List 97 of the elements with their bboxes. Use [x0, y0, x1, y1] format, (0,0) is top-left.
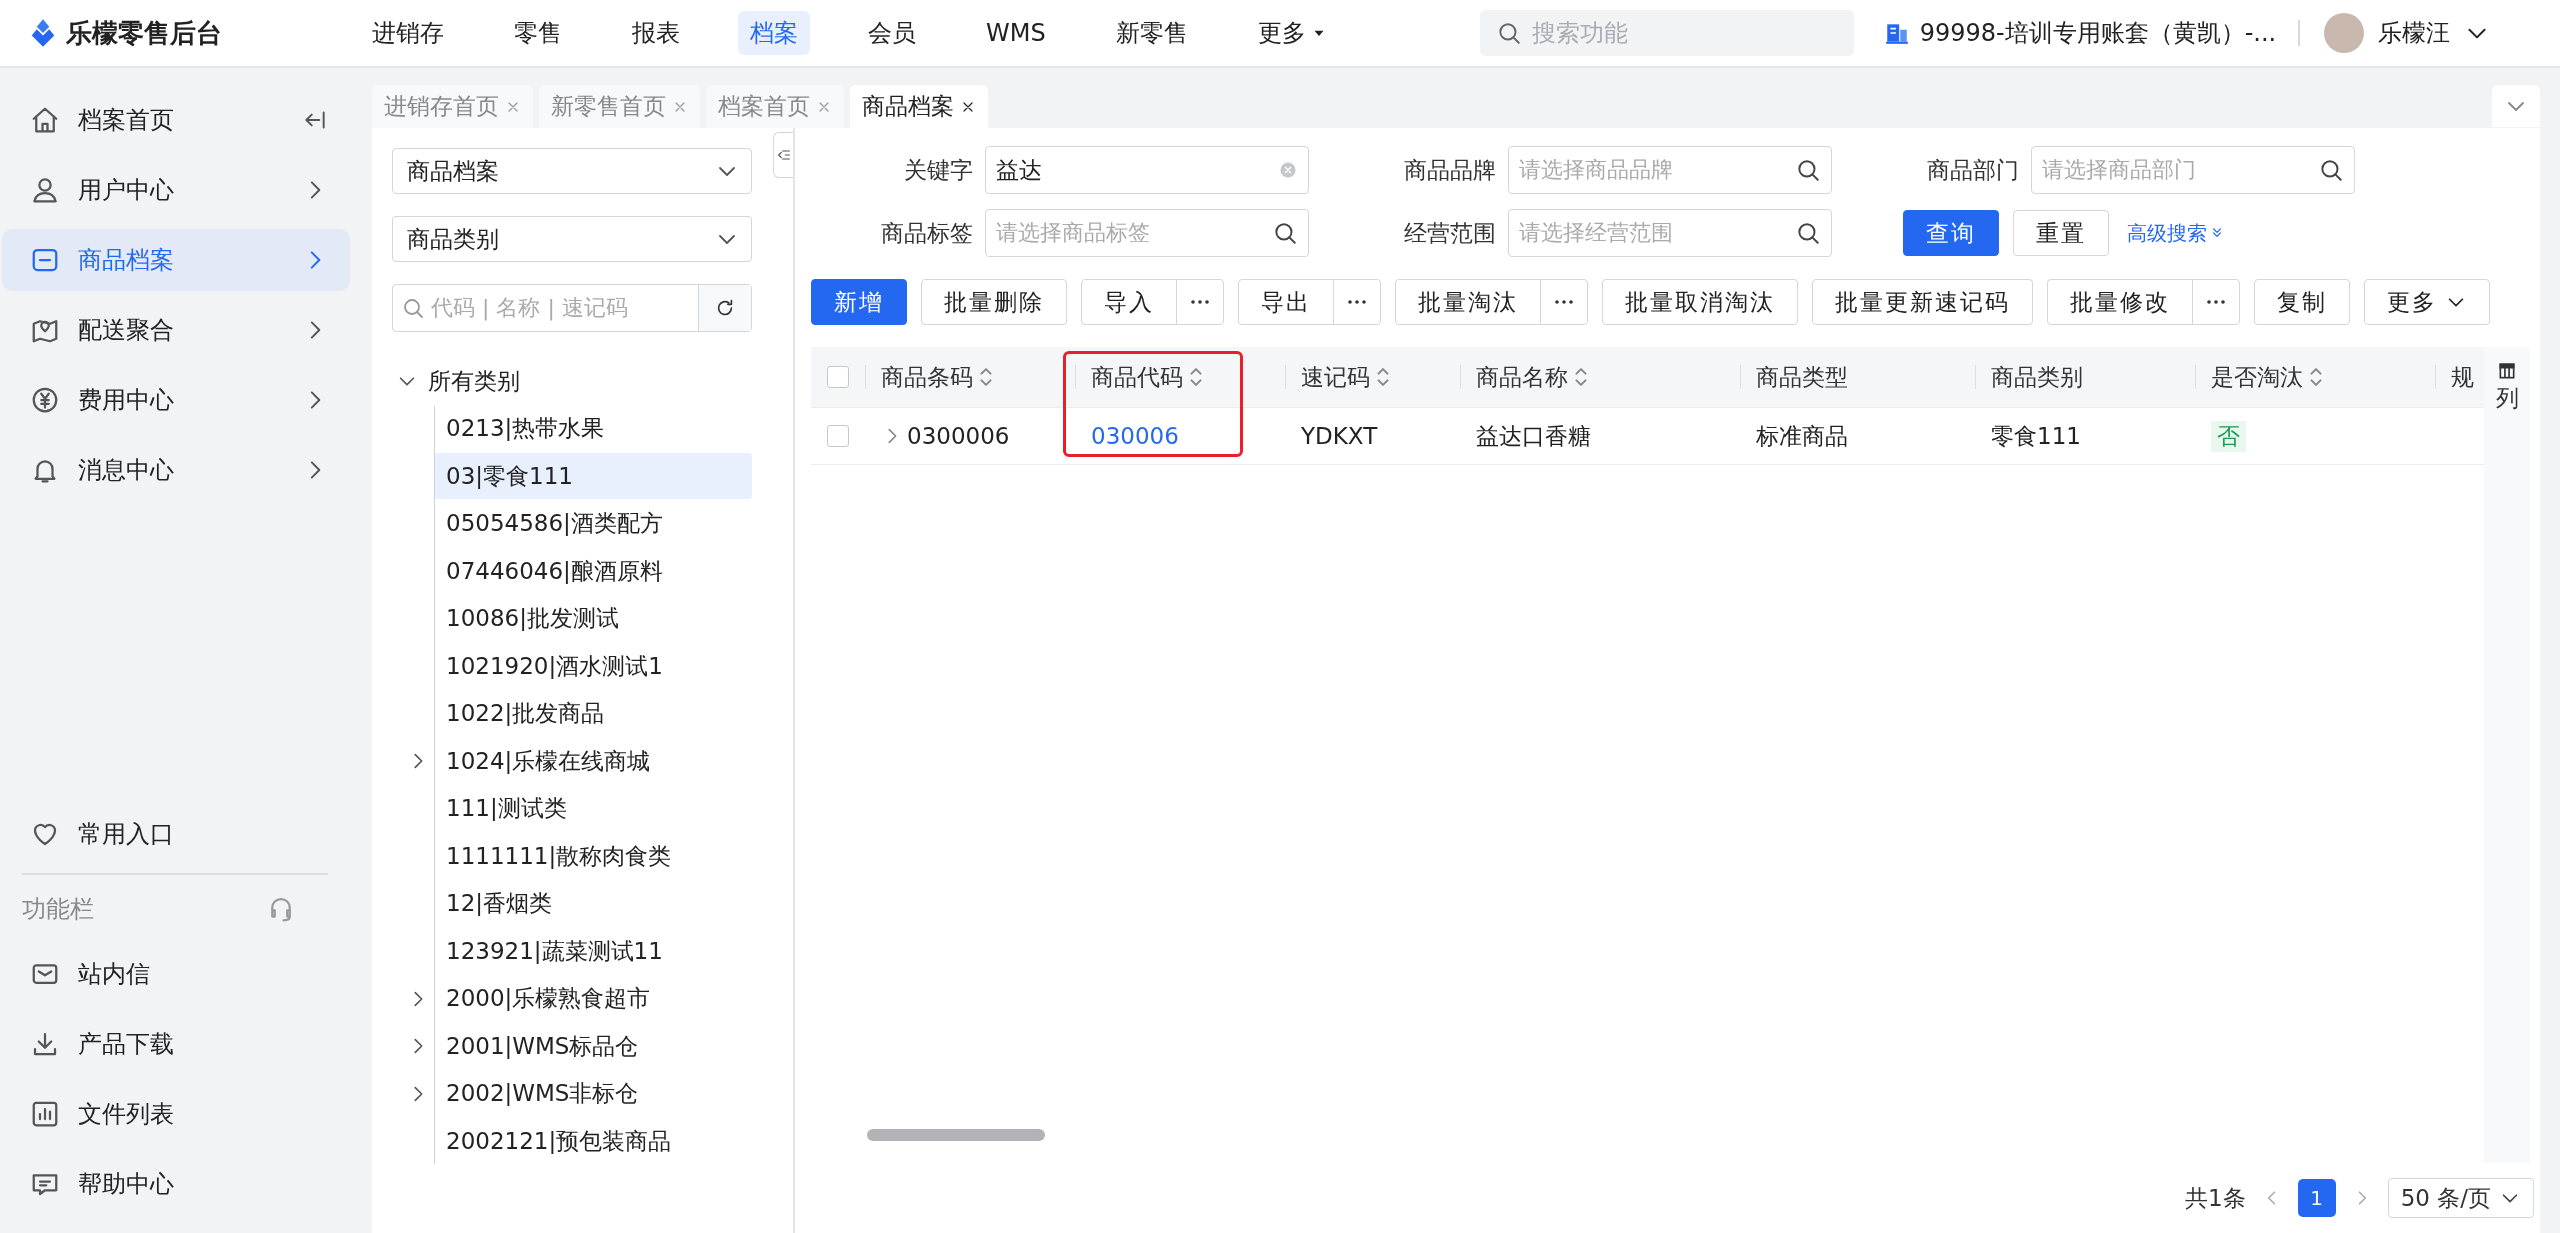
nav-tab[interactable]: 档案 [738, 11, 810, 55]
collapse-panel-button[interactable] [773, 132, 793, 178]
sidebar-item[interactable]: 用户中心 [2, 159, 350, 221]
column-header[interactable]: 商品条码 [881, 361, 973, 393]
page-size-select[interactable]: 50 条/页 [2387, 1178, 2534, 1218]
section-label: 功能栏 [22, 894, 95, 925]
column-header[interactable]: 商品名称 [1476, 361, 1568, 393]
toolbar-button[interactable]: 新增 [811, 279, 907, 325]
toolbar-button[interactable]: 批量更新速记码 [1812, 279, 2033, 325]
yen-icon [30, 385, 60, 415]
sidebar-item[interactable]: 配送聚合 [2, 299, 350, 361]
column-header[interactable]: 商品类别 [1991, 361, 2083, 393]
tree-item[interactable]: 2000|乐檬熟食超市 [405, 975, 752, 1022]
filter-button[interactable]: 查询 [1903, 210, 1999, 256]
field-label: 商品部门 [1926, 155, 2019, 185]
dots-icon [2205, 299, 2227, 305]
tree-item[interactable]: 1111111|散称肉食类 [405, 833, 752, 879]
column-settings-button[interactable]: 列 [2484, 347, 2530, 1163]
avatar[interactable] [2324, 13, 2365, 53]
filter-button[interactable]: 重置 [2013, 210, 2109, 256]
search-icon [1272, 220, 1298, 246]
clear-icon [1278, 160, 1298, 180]
table-cell-text: 益达口香糖 [1476, 421, 1591, 451]
tabs-dropdown-button[interactable] [2492, 85, 2540, 127]
sidebar-item[interactable]: 帮助中心 [2, 1153, 350, 1215]
nav-tab[interactable]: 零售 [502, 11, 574, 55]
input-field[interactable]: 益达 [985, 146, 1309, 194]
bar-chart-icon [30, 1099, 60, 1129]
tree-item[interactable]: 2002121|预包装商品 [405, 1118, 752, 1164]
checkbox[interactable] [827, 425, 849, 447]
dots-icon [1553, 299, 1575, 305]
column-header[interactable]: 商品类型 [1756, 361, 1848, 393]
status-tag: 否 [2211, 420, 2246, 452]
tree-item[interactable]: 1024|乐檬在线商城 [405, 738, 752, 784]
tree-item[interactable]: 1022|批发商品 [405, 690, 752, 737]
advanced-search-link[interactable]: 高级搜索 [2127, 219, 2225, 247]
search-icon [1795, 157, 1821, 183]
table-cell-text: 标准商品 [1756, 421, 1848, 451]
sidebar-item[interactable]: 消息中心 [2, 439, 350, 501]
sidebar-item[interactable]: 档案首页 [2, 89, 350, 151]
dots-icon [1346, 299, 1368, 305]
dots-icon [1189, 299, 1211, 305]
table-cell: 0300006 [907, 423, 1010, 449]
sidebar-item[interactable]: 产品下载 [2, 1013, 350, 1075]
tree-item[interactable]: 2002|WMS非标仓 [405, 1070, 752, 1117]
select-field[interactable]: 商品档案 [392, 148, 752, 194]
toolbar-button[interactable]: 复制 [2254, 279, 2350, 325]
tree-item[interactable]: 111|测试类 [405, 785, 752, 832]
table-cell: YDKXT [1301, 423, 1378, 449]
tree-item[interactable]: 123921|蔬菜测试11 [405, 928, 752, 974]
home-icon [30, 105, 60, 135]
toolbar-button[interactable]: 更多 [2364, 279, 2490, 325]
column-header[interactable]: 商品代码 [1091, 361, 1183, 393]
tree-item[interactable]: 所有类别 [392, 358, 752, 404]
field-label: 关键字 [903, 155, 973, 185]
table-cell-text: 零食111 [1991, 421, 2081, 451]
toolbar-button[interactable]: 批量删除 [921, 279, 1067, 325]
user-icon [30, 175, 60, 205]
column-header[interactable]: 是否淘汰 [2211, 361, 2303, 393]
page-tab[interactable]: 商品档案 [850, 85, 988, 128]
nav-tab[interactable]: 进销存 [360, 11, 456, 55]
tree-item[interactable]: 10086|批发测试 [405, 595, 752, 642]
total-count: 共1条 [2185, 1183, 2246, 1213]
field-label: 商品标签 [880, 218, 973, 248]
tree-item[interactable]: 05054586|酒类配方 [405, 500, 752, 547]
sidebar-item[interactable]: 站内信 [2, 943, 350, 1005]
columns-icon [2497, 361, 2517, 381]
tree-item[interactable]: 0213|热带水果 [405, 405, 752, 452]
tree-item[interactable]: 2001|WMS标品仓 [405, 1023, 752, 1069]
app-logo-text: 乐檬零售后台 [66, 16, 222, 50]
code-link[interactable]: 030006 [1091, 423, 1179, 449]
sidebar-item[interactable]: 文件列表 [2, 1083, 350, 1145]
sidebar-item[interactable]: 商品档案 [2, 229, 350, 291]
nav-tab[interactable]: WMS [974, 11, 1058, 55]
nav-tab[interactable]: 新零售 [1103, 11, 1200, 55]
nav-tab[interactable]: 会员 [856, 11, 928, 55]
column-header[interactable]: 规 [2451, 361, 2474, 393]
sidebar-item[interactable]: 常用入口 [2, 803, 350, 865]
user-name[interactable]: 乐檬汪 [2378, 17, 2451, 49]
checkbox[interactable] [827, 366, 849, 388]
nav-tab[interactable]: 报表 [620, 11, 692, 55]
field-label: 经营范围 [1403, 218, 1496, 248]
tree-item[interactable]: 1021920|酒水测试1 [405, 643, 752, 689]
account-name[interactable]: 99998-培训专用账套（黄凯）-... [1919, 17, 2277, 49]
search-icon [1795, 220, 1821, 246]
search-icon [2318, 157, 2344, 183]
select-field[interactable]: 商品类别 [392, 216, 752, 262]
toolbar-button[interactable]: 批量取消淘汰 [1602, 279, 1798, 325]
tree-item[interactable]: 12|香烟类 [405, 880, 752, 927]
scrollbar-thumb[interactable] [867, 1129, 1045, 1141]
tree-item[interactable]: 07446046|酿酒原料 [405, 548, 752, 594]
column-header[interactable]: 速记码 [1301, 361, 1370, 393]
collapse-list-icon [775, 147, 792, 163]
field-label: 商品品牌 [1403, 155, 1496, 185]
nav-tab[interactable]: 更多 [1245, 11, 1340, 55]
sidebar-item[interactable]: 费用中心 [2, 369, 350, 431]
page-button[interactable]: 1 [2297, 1179, 2336, 1217]
